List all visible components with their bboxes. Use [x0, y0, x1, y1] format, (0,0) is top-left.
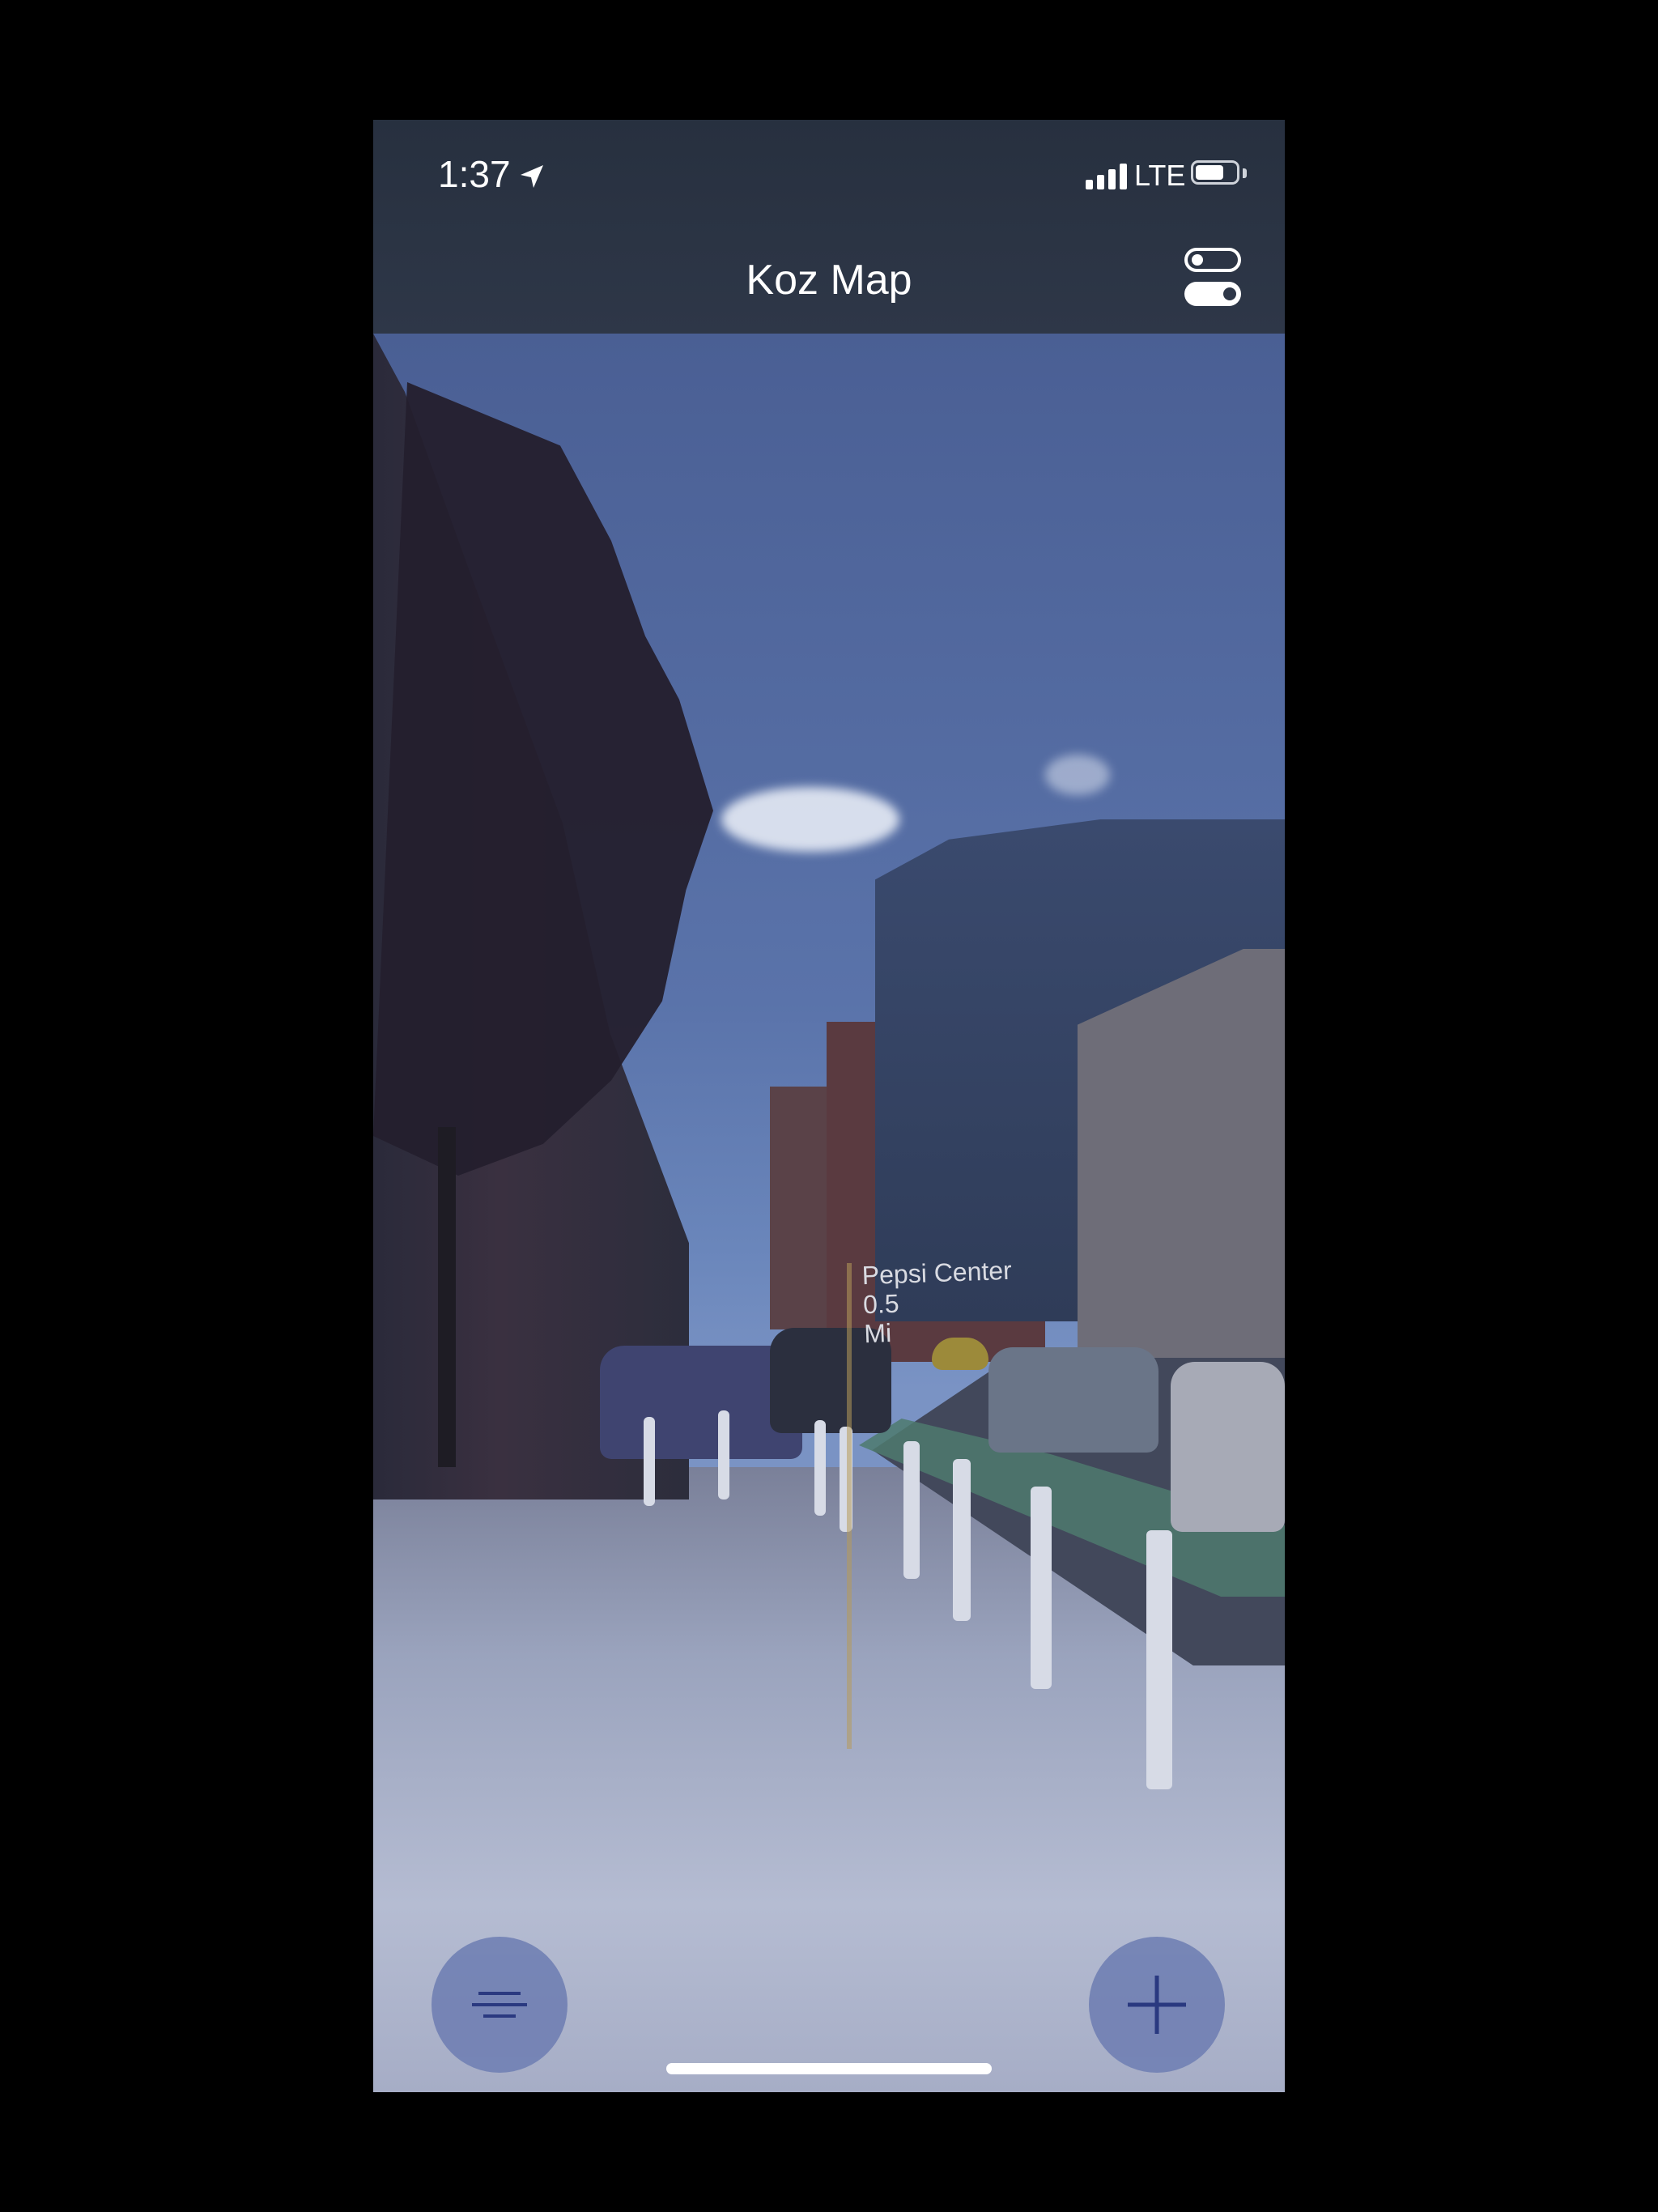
plus-icon	[1128, 1976, 1186, 2034]
ar-marker-unit: Mi	[863, 1318, 892, 1349]
phone-screen: 1:37 LTE Koz Map Pepsi Center 0.5 Mi	[373, 120, 1285, 2092]
location-arrow-icon	[521, 165, 543, 188]
battery-tip	[1243, 168, 1247, 178]
bollard	[814, 1420, 826, 1516]
battery-icon	[1191, 160, 1239, 185]
tree-trunk	[438, 1127, 456, 1467]
page-title: Koz Map	[746, 257, 912, 304]
cloud	[721, 787, 899, 852]
toggle-on-icon	[1184, 282, 1241, 306]
bollard	[718, 1410, 729, 1499]
settings-toggle-button[interactable]	[1183, 248, 1246, 309]
ar-marker-label[interactable]: Pepsi Center 0.5 Mi	[861, 1256, 1014, 1348]
car	[1171, 1362, 1285, 1532]
toggle-off-icon	[1184, 248, 1241, 272]
signal-strength-icon	[1086, 162, 1127, 189]
building	[770, 1087, 835, 1329]
home-indicator[interactable]	[666, 2063, 992, 2074]
navigation-bar: 1:37 LTE Koz Map	[373, 120, 1285, 334]
ar-marker-name: Pepsi Center	[861, 1255, 1013, 1291]
ar-camera-view[interactable]: Pepsi Center 0.5 Mi	[373, 334, 1285, 2092]
network-type: LTE	[1134, 159, 1186, 192]
bollard	[903, 1441, 920, 1579]
car	[988, 1347, 1158, 1453]
cloud	[1045, 755, 1110, 795]
filter-lines-icon	[472, 1992, 527, 2018]
add-button[interactable]	[1089, 1937, 1225, 2073]
bollard	[1146, 1530, 1172, 1789]
tree	[373, 382, 713, 1176]
bollard	[953, 1459, 971, 1621]
filter-button[interactable]	[432, 1937, 568, 2073]
bollard	[1031, 1487, 1052, 1689]
ar-marker-line	[847, 1263, 852, 1749]
building	[1078, 949, 1285, 1370]
bollard	[644, 1417, 655, 1506]
status-time: 1:37	[438, 153, 511, 195]
